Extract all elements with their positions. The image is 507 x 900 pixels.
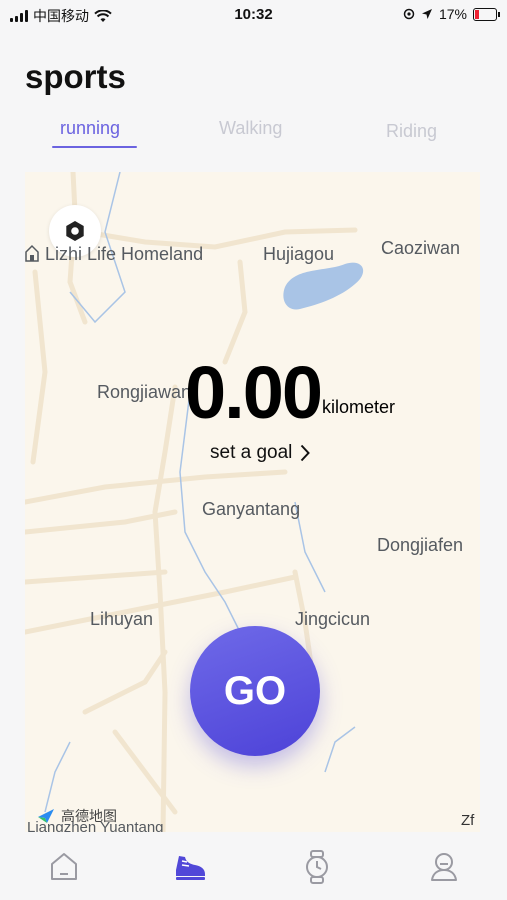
set-goal-label: set a goal bbox=[210, 442, 293, 463]
map-provider-logo: 高德地图 bbox=[37, 806, 117, 826]
bottom-tab-bar bbox=[0, 836, 507, 900]
active-tab-indicator bbox=[52, 146, 137, 148]
tabbar-watch[interactable] bbox=[301, 850, 333, 884]
tabbar-sports[interactable] bbox=[173, 850, 205, 882]
map-corner-text: Zf bbox=[461, 812, 475, 829]
place-label: Rongjiawan bbox=[97, 382, 192, 402]
distance-value: 0.00 bbox=[185, 351, 323, 434]
place-label: Lihuyan bbox=[90, 609, 154, 629]
watch-icon bbox=[306, 850, 328, 884]
home-marker-icon bbox=[25, 244, 39, 262]
status-right: 17% bbox=[403, 6, 500, 22]
place-label: Hujiagou bbox=[263, 244, 335, 264]
page-title: sports bbox=[25, 58, 126, 95]
map-view[interactable]: Lizhi Life Homeland Hujiagou Caoziwan Ro… bbox=[25, 172, 480, 832]
tabbar-home[interactable] bbox=[48, 850, 80, 882]
battery-percent: 17% bbox=[438, 6, 467, 22]
tabbar-profile[interactable] bbox=[428, 850, 460, 882]
tab-walking[interactable]: Walking bbox=[219, 118, 282, 139]
tab-riding[interactable]: Riding bbox=[386, 121, 437, 142]
place-label: Lizhi Life Homeland bbox=[45, 244, 204, 264]
location-icon bbox=[421, 9, 432, 19]
place-label: Dongjiafen bbox=[377, 535, 464, 555]
amap-logo-icon bbox=[38, 809, 54, 823]
tab-running[interactable]: running bbox=[60, 118, 120, 139]
battery-icon bbox=[473, 7, 500, 21]
place-label: Ganyantang bbox=[202, 499, 301, 519]
place-label: Caoziwan bbox=[381, 238, 461, 258]
status-bar: 中国移动 10:32 17% bbox=[0, 0, 507, 30]
shoe-icon bbox=[176, 856, 205, 880]
go-button[interactable]: GO bbox=[190, 626, 320, 756]
home-icon bbox=[51, 853, 77, 880]
hexagon-settings-icon bbox=[66, 221, 84, 241]
orientation-lock-icon bbox=[403, 8, 415, 20]
set-goal-link[interactable]: set a goal bbox=[210, 442, 311, 464]
map-provider-name: 高德地图 bbox=[61, 808, 117, 824]
chevron-right-icon bbox=[301, 444, 311, 462]
sport-tabs: running Walking Riding bbox=[25, 112, 480, 152]
distance-unit: kilometer bbox=[322, 397, 396, 417]
profile-icon bbox=[431, 853, 457, 881]
place-label: Jingcicun bbox=[295, 609, 371, 629]
